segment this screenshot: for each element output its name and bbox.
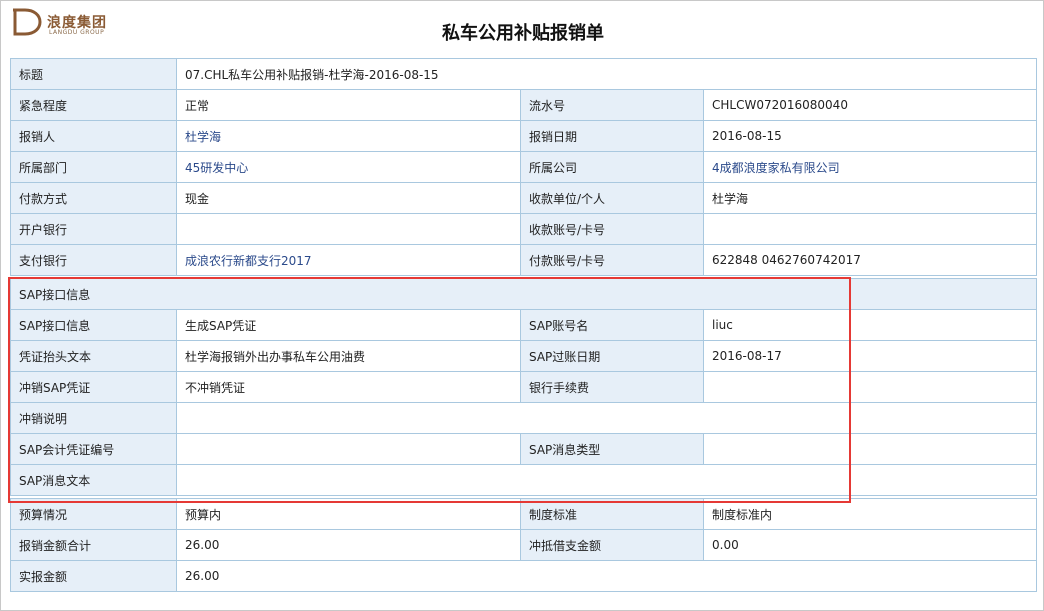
field-label: SAP账号名 [520, 309, 704, 341]
field-label: SAP会计凭证编号 [10, 433, 177, 465]
form-row: 预算情况 预算内 制度标准 制度标准内 [10, 498, 1038, 530]
form-row: 凭证抬头文本 杜学海报销外出办事私车公用油费 SAP过账日期 2016-08-1… [10, 340, 1038, 372]
field-label: 收款账号/卡号 [520, 213, 704, 245]
field-label: 银行手续费 [520, 371, 704, 403]
form-row: SAP消息文本 [10, 464, 1038, 496]
field-label: 所属公司 [520, 151, 704, 183]
field-label: 制度标准 [520, 498, 704, 530]
form-row: 冲销SAP凭证 不冲销凭证 银行手续费 [10, 371, 1038, 403]
form-row: 支付银行 成浪农行新都支行2017 付款账号/卡号 622848 0462760… [10, 244, 1038, 276]
field-value-sap-posting-date: 2016-08-17 [702, 340, 1038, 372]
field-value-bank-fee [702, 371, 1038, 403]
field-label: SAP消息类型 [520, 433, 704, 465]
field-label: 报销人 [10, 120, 177, 152]
reimbursement-form-table: 标题 07.CHL私车公用补贴报销-杜学海-2016-08-15 紧急程度 正常… [9, 58, 1038, 592]
field-value-policy-standard: 制度标准内 [702, 498, 1038, 530]
field-value-payee: 杜学海 [702, 182, 1038, 214]
section-title: SAP接口信息 [9, 278, 1038, 310]
field-label: 报销金额合计 [10, 529, 177, 561]
field-value-claimant[interactable]: 杜学海 [176, 120, 521, 152]
form-row: 紧急程度 正常 流水号 CHLCW072016080040 [10, 89, 1038, 121]
field-label: 流水号 [520, 89, 704, 121]
field-label: 付款方式 [10, 182, 177, 214]
field-label: 冲抵借支金额 [520, 529, 704, 561]
form-row: 付款方式 现金 收款单位/个人 杜学海 [10, 182, 1038, 214]
form-row: SAP接口信息 生成SAP凭证 SAP账号名 liuc [10, 309, 1038, 341]
form-row: 所属部门 45研发中心 所属公司 4成都浪度家私有限公司 [10, 151, 1038, 183]
field-value-total-amount: 26.00 [176, 529, 521, 561]
field-value-paying-account: 622848 0462760742017 [702, 244, 1038, 276]
field-value-claim-date: 2016-08-15 [702, 120, 1038, 152]
field-label: SAP接口信息 [10, 309, 177, 341]
field-value-reverse-sap: 不冲销凭证 [176, 371, 521, 403]
field-value-sap-account-name: liuc [702, 309, 1038, 341]
field-value-paying-bank[interactable]: 成浪农行新都支行2017 [176, 244, 521, 276]
field-label: 紧急程度 [10, 89, 177, 121]
form-row-subject: 标题 07.CHL私车公用补贴报销-杜学海-2016-08-15 [10, 58, 1038, 90]
form-row: 冲销说明 [10, 402, 1038, 434]
field-label: SAP过账日期 [520, 340, 704, 372]
field-value-open-bank [176, 213, 521, 245]
field-value-payment-method: 现金 [176, 182, 521, 214]
field-label: 开户银行 [10, 213, 177, 245]
field-value-actual-amount: 26.00 [175, 560, 1038, 592]
field-label: 付款账号/卡号 [520, 244, 704, 276]
field-label: 冲销SAP凭证 [10, 371, 177, 403]
form-row: 开户银行 收款账号/卡号 [10, 213, 1038, 245]
field-value-sap-msg-type [702, 433, 1038, 465]
field-value-serial-no: CHLCW072016080040 [702, 89, 1038, 121]
field-label: 收款单位/个人 [520, 182, 704, 214]
field-label: SAP消息文本 [10, 464, 177, 496]
field-value-reversal-note [175, 402, 1038, 434]
field-value-sap-msg-text [175, 464, 1038, 496]
form-row: 报销金额合计 26.00 冲抵借支金额 0.00 [10, 529, 1038, 561]
sap-section-header: SAP接口信息 [9, 278, 1038, 310]
form-row: SAP会计凭证编号 SAP消息类型 [10, 433, 1038, 465]
field-value-budget-status: 预算内 [176, 498, 521, 530]
field-value-payee-account [702, 213, 1038, 245]
field-value-sap-doc-no [176, 433, 521, 465]
field-value-voucher-header: 杜学海报销外出办事私车公用油费 [176, 340, 521, 372]
field-label: 支付银行 [10, 244, 177, 276]
field-label: 标题 [10, 58, 177, 90]
field-value-sap-interface: 生成SAP凭证 [176, 309, 521, 341]
field-label: 实报金额 [10, 560, 177, 592]
field-label: 所属部门 [10, 151, 177, 183]
field-value-company[interactable]: 4成都浪度家私有限公司 [702, 151, 1038, 183]
form-row: 报销人 杜学海 报销日期 2016-08-15 [10, 120, 1038, 152]
field-label: 报销日期 [520, 120, 704, 152]
field-value-offset-loan: 0.00 [702, 529, 1038, 561]
field-value-department[interactable]: 45研发中心 [176, 151, 521, 183]
field-label: 预算情况 [10, 498, 177, 530]
form-frame: 浪度集团 LANGDU GROUP 私车公用补贴报销单 标题 07.CHL私车公… [0, 0, 1044, 611]
field-value-subject: 07.CHL私车公用补贴报销-杜学海-2016-08-15 [175, 58, 1038, 90]
field-label: 凭证抬头文本 [10, 340, 177, 372]
field-value-urgency: 正常 [176, 89, 521, 121]
page-title: 私车公用补贴报销单 [442, 23, 604, 44]
field-label: 冲销说明 [10, 402, 177, 434]
form-row: 实报金额 26.00 [10, 560, 1038, 592]
